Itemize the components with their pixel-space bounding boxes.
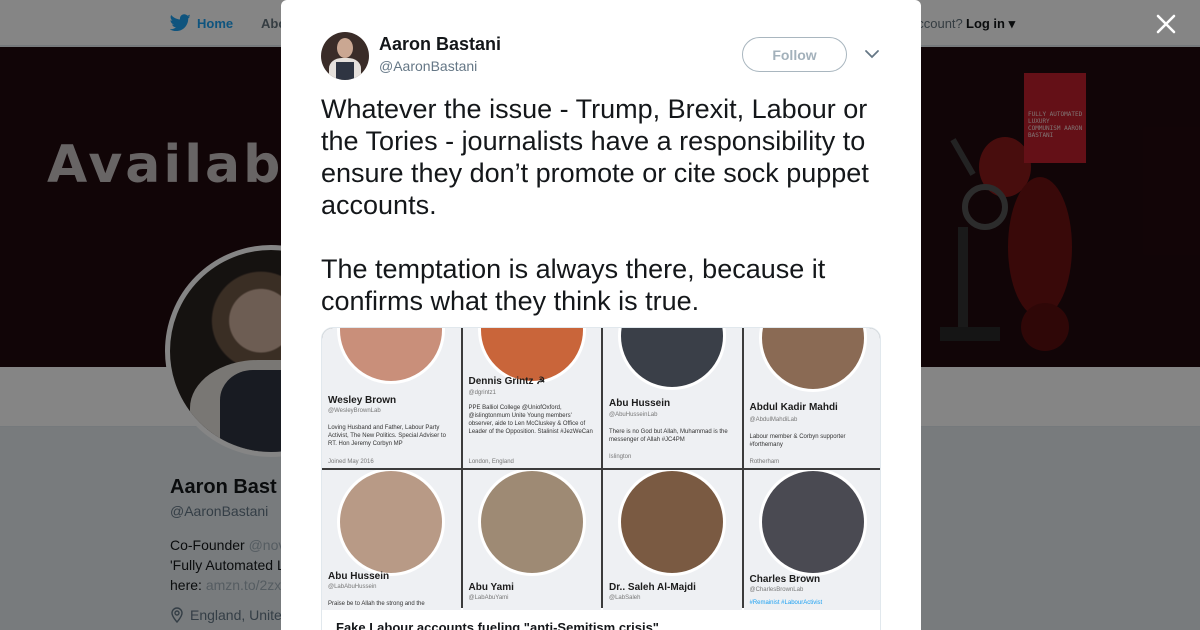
tweet-card[interactable]: Wesley Brown @WesleyBrownLab Loving Husb… [321,327,881,630]
account-bio: Praise be to Allah the strong and the [328,601,425,607]
account-handle: @AbuHusseinLab [609,412,658,418]
account-handle: @WesleyBrownLab [328,408,381,414]
account-handle: @CharlesBrownLab [749,587,804,593]
account-meta: Joined May 2016 [328,459,374,465]
tweet-text: Whatever the issue - Trump, Brexit, Labo… [321,94,869,316]
account-name: Abu Yami [468,582,514,593]
account-handle: @LabAbuYami [468,595,509,601]
account-tile: Dr.. Saleh Al-Majdi @LabSaleh [603,470,742,610]
tweet-modal: Aaron Bastani @AaronBastani Follow Whate… [281,0,921,630]
account-tile: Abu Yami @LabAbuYami [462,470,601,610]
account-tile: Charles Brown @CharlesBrownLab #Remainis… [743,470,880,610]
account-name: Abu Hussein [609,398,671,409]
account-meta: Islington [609,454,632,460]
account-tile: Dennis Grintz ☭ @dgrintz1 PPE Balliol Co… [462,328,601,468]
account-tile: Wesley Brown @WesleyBrownLab Loving Husb… [322,328,461,468]
account-handle: @LabSaleh [609,595,641,601]
account-avatar [618,470,727,576]
account-tile: Abdul Kadir Mahdi @AbdulMahdiLab Labour … [743,328,880,468]
account-name: Wesley Brown [328,395,397,406]
account-tile: Abu Hussein @LabAbuHussein Praise be to … [322,470,461,610]
account-avatar [337,328,446,384]
account-handle: @LabAbuHussein [328,584,377,590]
account-tile: Abu Hussein @AbuHusseinLab There is no G… [603,328,742,468]
account-name: Dr.. Saleh Al-Majdi [609,582,696,593]
close-modal-button[interactable] [1152,10,1180,38]
chevron-down-icon [865,50,879,59]
account-meta: London, England [468,459,514,465]
card-image-grid: Wesley Brown @WesleyBrownLab Loving Husb… [322,328,880,610]
account-avatar [618,328,727,390]
account-name: Abu Hussein [328,571,390,582]
account-avatar [477,470,586,576]
account-bio: Labour member & Corbyn supporter #forthe… [749,434,846,448]
account-avatar [758,470,867,576]
account-name: Dennis Grintz ☭ [468,376,546,387]
follow-button[interactable]: Follow [742,37,847,72]
card-title: Fake Labour accounts fueling "anti-Semit… [336,620,659,630]
tweet-author-avatar[interactable] [321,32,369,80]
account-handle: @dgrintz1 [468,390,496,396]
account-name: Abdul Kadir Mahdi [749,402,838,413]
account-meta: Rotherham [749,459,780,465]
account-bio: #Remainist #LabourActivist [749,600,823,606]
tweet-author-handle[interactable]: @AaronBastani [379,58,477,74]
account-bio: There is no God but Allah, Muhammad is t… [609,429,728,443]
follow-label: Follow [772,46,817,63]
tweet-options-button[interactable] [863,45,881,63]
account-avatar [758,328,867,392]
tweet-author-name[interactable]: Aaron Bastani [379,34,501,55]
account-avatar [337,470,446,576]
account-bio: PPE Balliol College @UniofOxford, @islin… [468,405,593,435]
account-name: Charles Brown [749,574,821,585]
account-bio: Loving Husband and Father, Labour Party … [328,425,446,447]
close-icon [1156,14,1176,34]
account-handle: @AbdulMahdiLab [749,417,798,423]
